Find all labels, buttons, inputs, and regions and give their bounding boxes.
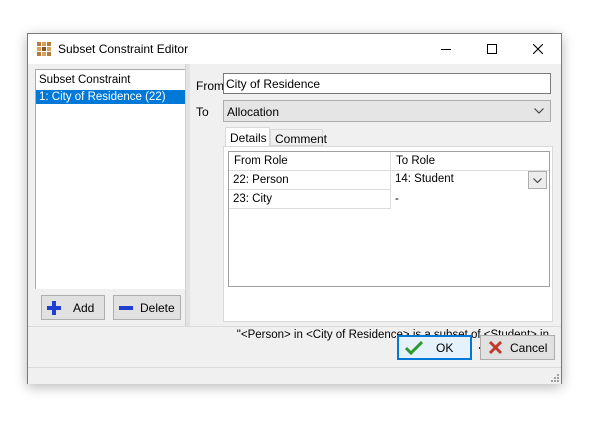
close-icon: [533, 44, 543, 54]
chevron-down-icon: [533, 178, 542, 183]
to-dropdown[interactable]: Allocation: [223, 100, 551, 122]
chevron-down-icon: [534, 108, 544, 114]
to-label: To: [196, 105, 209, 119]
app-grid-icon: [37, 42, 51, 56]
close-button[interactable]: [515, 34, 561, 64]
grid-cell-to-role[interactable]: -: [391, 190, 549, 209]
ok-label: OK: [436, 340, 454, 355]
ok-button[interactable]: OK: [397, 335, 472, 360]
plus-icon: [47, 301, 61, 315]
tab-comment[interactable]: Comment: [270, 129, 327, 146]
add-label: Add: [73, 300, 95, 315]
to-dropdown-value: Allocation: [227, 105, 280, 119]
constraint-list[interactable]: Subset Constraint 1: City of Residence (…: [35, 69, 187, 290]
cancel-label: Cancel: [510, 340, 548, 355]
cell-dropdown-button[interactable]: [528, 171, 547, 189]
grid-cell-from-role[interactable]: 22: Person: [229, 171, 391, 190]
editor-panel: From City of Residence To Allocation Det…: [190, 64, 561, 355]
minimize-button[interactable]: [423, 34, 469, 64]
column-header-to-role[interactable]: To Role: [391, 152, 549, 171]
cancel-button[interactable]: Cancel: [480, 335, 555, 360]
details-panel: From Role To Role 22: Person 14: Student…: [223, 146, 553, 322]
delete-label: Delete: [140, 300, 175, 315]
from-field[interactable]: City of Residence: [223, 73, 551, 94]
x-icon: [488, 340, 503, 355]
from-label: From: [196, 79, 224, 93]
title-bar[interactable]: Subset Constraint Editor: [28, 34, 561, 64]
checkmark-icon: [405, 340, 423, 356]
list-item[interactable]: 1: City of Residence (22): [36, 90, 186, 104]
add-button[interactable]: Add: [41, 295, 105, 320]
dialog-window: Subset Constraint Editor Subset Constrai…: [27, 33, 562, 384]
roles-grid[interactable]: From Role To Role 22: Person 14: Student…: [228, 151, 550, 287]
tab-details[interactable]: Details: [225, 127, 270, 147]
status-bar: [28, 367, 561, 384]
list-actions: Add Delete: [35, 289, 187, 325]
maximize-button[interactable]: [469, 34, 515, 64]
minimize-icon: [441, 49, 451, 50]
maximize-icon: [487, 44, 497, 54]
window-title: Subset Constraint Editor: [58, 42, 189, 56]
delete-button[interactable]: Delete: [113, 295, 181, 320]
resize-grip-icon[interactable]: [549, 372, 559, 382]
column-header-from-role[interactable]: From Role: [229, 152, 391, 171]
minus-icon: [119, 306, 133, 310]
list-header: Subset Constraint: [39, 74, 131, 86]
divider: [28, 326, 561, 327]
grid-cell-to-role[interactable]: 14: Student: [391, 171, 549, 190]
grid-cell-from-role[interactable]: 23: City: [229, 190, 391, 209]
